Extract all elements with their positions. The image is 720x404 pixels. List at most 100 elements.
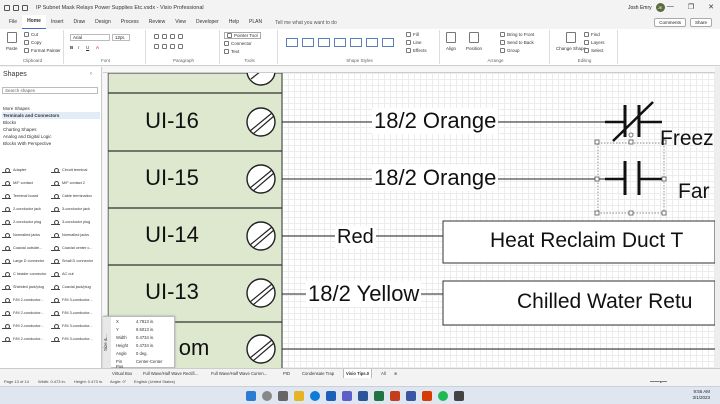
teams-icon[interactable] [342,391,352,401]
tab-file[interactable]: File [4,16,22,29]
text-tool-button[interactable]: Text [224,49,239,54]
shape-item[interactable]: F/M 3-conductor... [51,320,100,331]
shape-item[interactable]: Coaxial jack/plug [51,281,100,292]
shape-item[interactable]: 2-conductor jack [2,203,51,214]
tab-view[interactable]: View [170,16,191,29]
shape-item[interactable]: Coaxial outside... [2,242,51,253]
restore-button[interactable]: ❐ [688,3,694,11]
style-swatch[interactable] [318,38,330,47]
bring-to-front-button[interactable]: Bring to Front [500,32,534,37]
shape-item[interactable]: Shielded jack/plug [2,281,51,292]
edge-icon[interactable] [310,391,320,401]
shape-item[interactable]: Cable termination [51,190,100,201]
terminal-screw[interactable] [246,164,276,194]
shape-item[interactable]: C header connector [2,268,51,279]
terminal-screw[interactable] [246,278,276,308]
shape-item[interactable]: F/M 2-conductor... [2,294,51,305]
shape-item[interactable]: 3-conductor plug [51,216,100,227]
search-shapes-input[interactable]: Search shapes [2,87,98,94]
line-button[interactable]: Line [406,40,422,45]
cut-button[interactable]: Cut [24,32,38,37]
app-icon[interactable] [422,391,432,401]
copy-button[interactable]: Copy [24,40,42,45]
minimize-button[interactable]: — [667,3,674,11]
shape-item[interactable]: 2-conductor plug [2,216,51,227]
style-swatch[interactable] [286,38,298,47]
normally-closed-contact[interactable] [605,101,662,142]
fill-button[interactable]: Fill [406,32,419,37]
align-left-icon[interactable] [154,34,159,39]
tab-help[interactable]: Help [224,16,244,29]
underline-button[interactable]: U [86,45,89,50]
selection-handles[interactable] [594,132,667,216]
wire-label[interactable]: 18/2 Orange [372,108,499,134]
vertical-scrollbar[interactable] [715,67,720,372]
bold-button[interactable]: B [70,45,73,50]
find-button[interactable]: Find [584,32,600,37]
wire-label[interactable]: 18/2 Yellow [306,281,422,307]
format-painter-button[interactable]: Format Painter [24,48,61,53]
save-icon[interactable] [4,5,10,11]
status-page[interactable]: Page 13 of 14 [4,379,29,384]
stencil-item[interactable]: Terminals and Connectors [2,112,100,119]
sp-row[interactable]: Y 9.5013 in. [116,327,154,332]
shape-item[interactable]: Circuit terminal [51,164,100,175]
tab-process[interactable]: Process [116,16,144,29]
shape-item[interactable]: 3-conductor jack [51,203,100,214]
tab-design[interactable]: Design [90,16,116,29]
windows-start-icon[interactable] [246,391,256,401]
shape-item[interactable]: Coaxial center c... [51,242,100,253]
position-button[interactable]: Position [466,32,482,51]
send-to-back-button[interactable]: Send to Back [500,40,534,45]
tab-draw[interactable]: Draw [68,16,90,29]
sp-row[interactable]: Height 0.4734 in. [116,343,154,348]
effects-button[interactable]: Effects [406,48,427,53]
system-clock[interactable]: 9:55 AM 3/1/2023 [692,389,710,401]
select-button[interactable]: Select [584,48,604,53]
shape-item[interactable]: F/M 3-conductor... [51,294,100,305]
stencil-item[interactable]: Blocks [2,119,100,126]
sp-row[interactable]: X 4.7813 in. [116,319,154,324]
style-swatch[interactable] [366,38,378,47]
font-family-select[interactable]: Arial [70,34,110,41]
font-size-select[interactable]: 12pt. [112,34,130,41]
normally-open-contact[interactable] [605,161,662,195]
align-buttons[interactable] [154,34,183,39]
shape-item[interactable]: F/M 2-conductor... [2,320,51,331]
user-account[interactable]: Josh Emry JE [628,3,665,12]
tell-me-search[interactable]: Tell me what you want to do [275,20,337,26]
word-icon[interactable] [358,391,368,401]
task-view-icon[interactable] [278,391,288,401]
tab-plan[interactable]: PLAN [244,16,267,29]
shape-item[interactable]: M/F contact [2,177,51,188]
redo-icon[interactable] [22,5,28,11]
style-swatch[interactable] [350,38,362,47]
italic-button[interactable]: I [78,45,79,50]
terminal-screw[interactable] [246,334,276,364]
close-button[interactable]: ✕ [708,3,714,11]
wire-label[interactable]: 18/2 Orange [372,165,499,191]
comments-button[interactable]: Comments [654,18,686,27]
collapse-icon[interactable]: ‹ [90,71,92,77]
stencil-item[interactable]: Charting Shapes [2,126,100,133]
shape-item[interactable]: Small D connector [51,255,100,266]
shape-item[interactable]: M/F contact 2 [51,177,100,188]
stencil-item[interactable]: More Shapes [2,105,100,112]
font-color-button[interactable]: A [96,45,99,50]
outlook-icon[interactable] [326,391,336,401]
align-right-icon[interactable] [170,34,175,39]
tab-review[interactable]: Review [144,16,170,29]
app-icon[interactable] [438,391,448,401]
shape-item[interactable]: Large D connector [2,255,51,266]
tab-developer[interactable]: Developer [191,16,224,29]
shape-item[interactable]: F/M 3-conductor... [51,333,100,344]
share-button[interactable]: Share [689,18,712,27]
undo-icon[interactable] [13,5,19,11]
terminal-screw[interactable] [246,107,276,137]
tab-home[interactable]: Home [22,15,46,30]
text-direction-icon[interactable] [178,44,183,49]
powerpoint-icon[interactable] [390,391,400,401]
excel-icon[interactable] [374,391,384,401]
terminal-screw[interactable] [246,221,276,251]
drawing-canvas[interactable]: UI-16 UI-15 UI-14 UI-13 om 18/2 Orange 1… [108,73,715,372]
